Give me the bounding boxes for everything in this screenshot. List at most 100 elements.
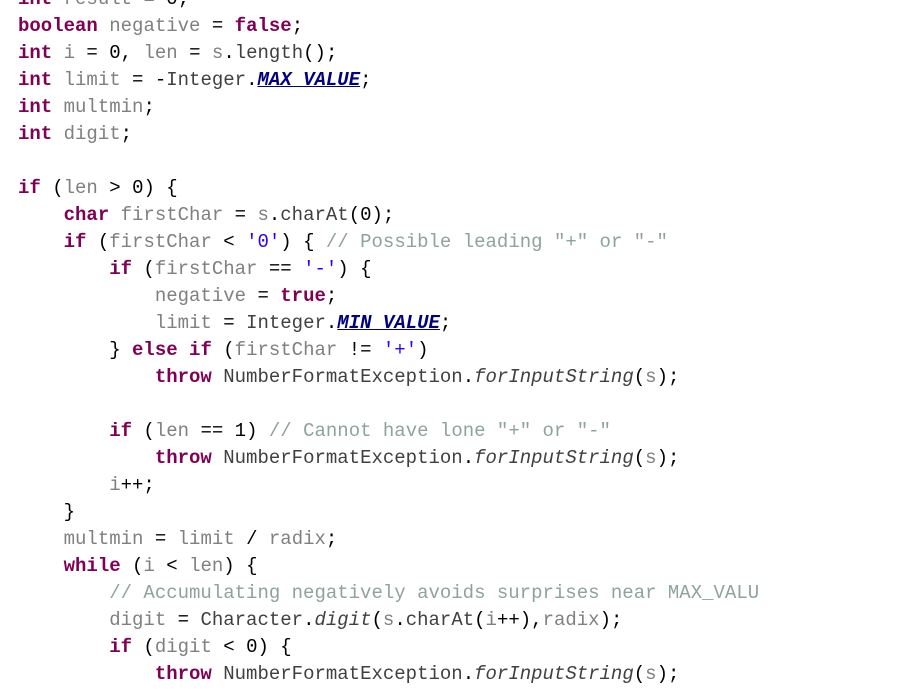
code-token: ); bbox=[599, 609, 623, 631]
code-token: negative bbox=[154, 285, 247, 307]
code-token: firstChar bbox=[154, 258, 258, 280]
code-token: if bbox=[63, 231, 87, 253]
code-token: Character bbox=[200, 609, 304, 631]
code-token: . bbox=[246, 69, 258, 91]
code-token: if bbox=[109, 420, 133, 442]
code-token: ) { bbox=[223, 555, 258, 577]
code-token: throw bbox=[154, 447, 212, 469]
code-token: forInputString bbox=[474, 663, 634, 685]
code-line: if (len > 0) { bbox=[18, 175, 924, 202]
code-token: ( bbox=[132, 636, 155, 658]
code-token: . bbox=[223, 42, 235, 64]
code-token: . bbox=[462, 447, 475, 469]
code-token: len bbox=[143, 42, 178, 64]
code-listing: int result = 0;boolean negative = false;… bbox=[18, 0, 924, 688]
code-line: // Accumulating negatively avoids surpri… bbox=[18, 580, 924, 607]
code-token: firstChar bbox=[234, 339, 338, 361]
code-token: if bbox=[109, 258, 133, 280]
code-line: if (len == 1) // Cannot have lone "+" or… bbox=[18, 418, 924, 445]
code-token: 0 bbox=[166, 0, 177, 10]
code-token: < bbox=[211, 636, 247, 658]
code-token: = bbox=[75, 42, 110, 64]
code-token: ( bbox=[348, 204, 361, 226]
code-token: digit bbox=[154, 636, 212, 658]
code-token: charAt bbox=[405, 609, 475, 631]
code-line: negative = true; bbox=[18, 283, 924, 310]
code-token: ); bbox=[656, 663, 680, 685]
code-token: . bbox=[268, 204, 281, 226]
code-token: Integer bbox=[166, 69, 247, 91]
code-token: boolean bbox=[18, 15, 98, 37]
code-token: < bbox=[211, 231, 247, 253]
code-token: ( bbox=[633, 663, 646, 685]
code-token: 1 bbox=[234, 420, 247, 442]
code-token: i bbox=[485, 609, 497, 631]
code-line: int limit = -Integer.MAX_VALUE; bbox=[18, 67, 924, 94]
code-line: if (firstChar < '0') { // Possible leadi… bbox=[18, 229, 924, 256]
code-token: ) { bbox=[280, 231, 326, 253]
code-token: multmin bbox=[63, 96, 144, 118]
code-token: NumberFormatException bbox=[223, 447, 463, 469]
code-token: if bbox=[189, 339, 212, 361]
code-token: s bbox=[257, 204, 269, 226]
code-token: , bbox=[120, 42, 144, 64]
code-token: len bbox=[154, 420, 190, 442]
code-token: throw bbox=[154, 663, 212, 685]
code-token: false bbox=[234, 15, 292, 37]
code-line: limit = Integer.MIN_VALUE; bbox=[18, 310, 924, 337]
code-token: ( bbox=[633, 447, 646, 469]
code-token: s bbox=[382, 609, 395, 631]
code-line: multmin = limit / radix; bbox=[18, 526, 924, 553]
code-token: i bbox=[63, 42, 76, 64]
code-token: else bbox=[132, 339, 178, 361]
code-line: if (firstChar == '-') { bbox=[18, 256, 924, 283]
code-token: int bbox=[18, 96, 53, 118]
code-token: . bbox=[303, 609, 315, 631]
code-token: ; bbox=[178, 0, 189, 10]
code-token: char bbox=[63, 204, 110, 226]
code-token: limit bbox=[177, 528, 235, 550]
code-token: ) bbox=[417, 339, 429, 361]
code-token: = bbox=[211, 15, 224, 37]
code-line: int multmin; bbox=[18, 94, 924, 121]
code-token: != bbox=[337, 339, 383, 361]
code-token: = bbox=[143, 0, 154, 10]
code-token: radix bbox=[542, 609, 600, 631]
code-token: s bbox=[645, 663, 657, 685]
code-token: int bbox=[18, 42, 53, 64]
code-token: . bbox=[462, 663, 475, 685]
code-token: NumberFormatException bbox=[223, 663, 463, 685]
code-token: ) { bbox=[143, 177, 178, 199]
code-token: ; bbox=[325, 285, 338, 307]
code-token: . bbox=[462, 366, 475, 388]
code-token: // Accumulating negatively avoids surpri… bbox=[109, 582, 760, 604]
code-token: ( bbox=[211, 339, 235, 361]
code-line: if (digit < 0) { bbox=[18, 634, 924, 661]
code-line: digit = Character.digit(s.charAt(i++),ra… bbox=[18, 607, 924, 634]
code-token: . bbox=[325, 312, 338, 334]
code-token: ( bbox=[132, 420, 155, 442]
code-token: . bbox=[394, 609, 406, 631]
code-token: ( bbox=[371, 609, 383, 631]
code-token: < bbox=[154, 555, 190, 577]
code-token: = bbox=[177, 42, 212, 64]
